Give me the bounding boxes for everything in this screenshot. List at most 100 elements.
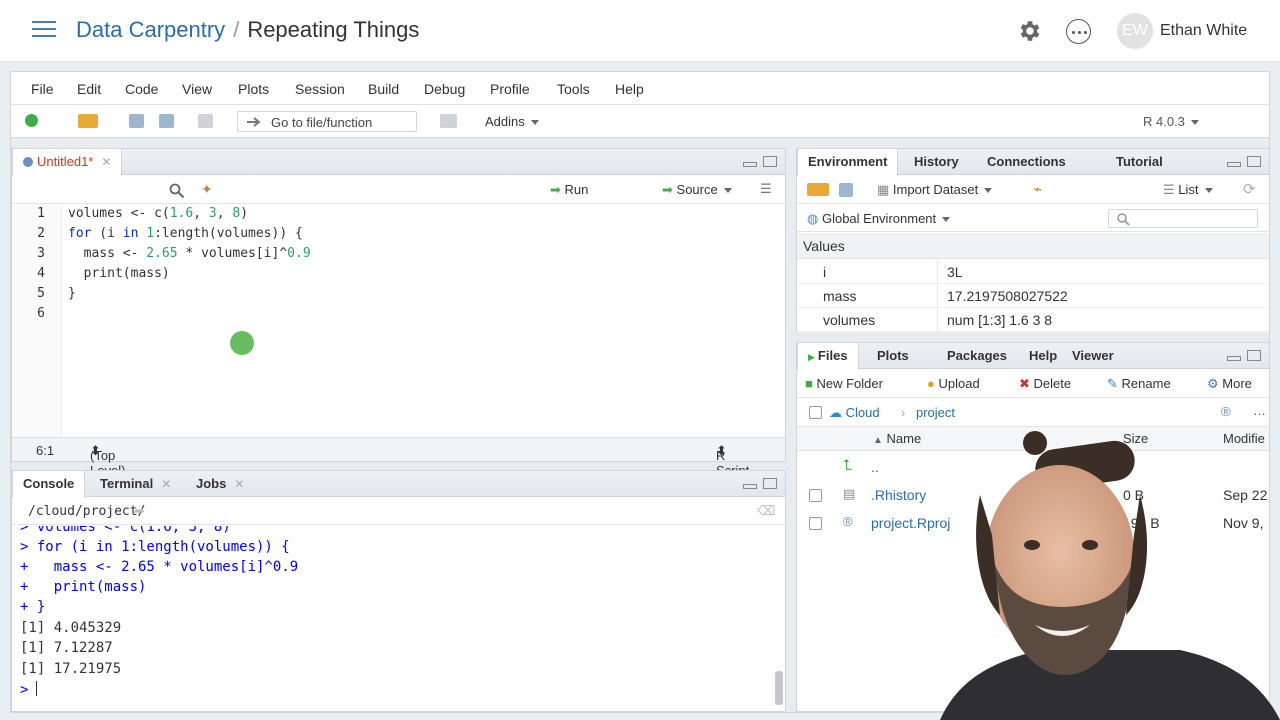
- code-editor[interactable]: 1 2 3 4 5 6 volumes <- c(1.6, 3, 8) for …: [12, 205, 785, 440]
- menu-view[interactable]: View: [182, 81, 212, 97]
- more-button[interactable]: ⚙ More: [1207, 376, 1252, 392]
- console-output[interactable]: > volumes <- c(1.6, 3, 8) > for (i in 1:…: [12, 526, 767, 711]
- menu-profile[interactable]: Profile: [490, 81, 530, 97]
- environment-minmax[interactable]: [1221, 156, 1261, 171]
- broom-icon[interactable]: ⌁: [1033, 180, 1042, 198]
- environment-search-input[interactable]: [1108, 209, 1258, 228]
- tab-connections[interactable]: Connections: [977, 149, 1076, 175]
- menu-plots[interactable]: Plots: [238, 81, 269, 97]
- tab-files[interactable]: ▶ Files: [797, 343, 859, 370]
- delete-button[interactable]: ✖ Delete: [1019, 376, 1071, 392]
- tab-viewer[interactable]: Viewer: [1062, 343, 1124, 369]
- upload-button[interactable]: ● Upload: [927, 376, 980, 391]
- print-icon[interactable]: [198, 114, 213, 128]
- file-checkbox[interactable]: [809, 517, 822, 530]
- console-minmax[interactable]: [737, 478, 777, 493]
- wand-icon[interactable]: ✦: [201, 181, 213, 198]
- tab-history[interactable]: History: [904, 149, 969, 175]
- new-folder-button[interactable]: ■ New Folder: [805, 376, 883, 391]
- console-path[interactable]: /cloud/project/: [28, 504, 145, 519]
- search-icon[interactable]: [169, 183, 185, 199]
- scope-menu[interactable]: (Top Level) ⬍: [90, 443, 125, 478]
- addins-menu[interactable]: Addins: [485, 114, 539, 129]
- source-button[interactable]: ➡ Source: [662, 182, 732, 198]
- save-workspace-icon[interactable]: [839, 183, 853, 197]
- menu-tools[interactable]: Tools: [557, 81, 590, 97]
- parent-dir-link[interactable]: ..: [871, 459, 879, 475]
- var-name: volumes: [823, 312, 876, 328]
- close-icon[interactable]: ✕: [161, 477, 171, 491]
- goto-dir-icon[interactable]: ➦: [134, 503, 145, 519]
- outline-icon[interactable]: ☰: [760, 181, 772, 197]
- file-name[interactable]: project.Rproj: [871, 515, 950, 531]
- rename-button[interactable]: ✎ Rename: [1107, 376, 1171, 392]
- load-workspace-icon[interactable]: [807, 183, 829, 196]
- help-tab-label: Help: [1029, 348, 1058, 363]
- name-column-header[interactable]: ▲ Name: [873, 431, 921, 446]
- r-version-menu[interactable]: R 4.0.3: [1143, 114, 1199, 129]
- env-row[interactable]: volumes num [1:3] 1.6 3 8: [797, 308, 1269, 332]
- file-checkbox[interactable]: [809, 489, 822, 502]
- menu-help[interactable]: Help: [615, 81, 644, 97]
- env-row[interactable]: i 3L: [797, 260, 1269, 284]
- grid-icon[interactable]: [440, 114, 457, 128]
- save-icon[interactable]: [129, 114, 144, 128]
- more-path-icon[interactable]: …: [1253, 403, 1266, 418]
- tab-packages[interactable]: Packages: [937, 343, 1017, 369]
- menu-file[interactable]: File: [31, 81, 54, 97]
- line-number: 4: [37, 266, 45, 281]
- menu-session[interactable]: Session: [295, 81, 345, 97]
- tab-environment[interactable]: Environment: [797, 149, 899, 176]
- breadcrumb-cloud[interactable]: ☁ Cloud: [829, 405, 880, 421]
- console-scrollbar[interactable]: [775, 671, 783, 705]
- close-icon[interactable]: ✕: [234, 477, 244, 491]
- tab-console[interactable]: Console: [12, 471, 86, 498]
- var-value: 17.2197508027522: [947, 288, 1068, 304]
- var-name: mass: [823, 288, 857, 304]
- tab-terminal[interactable]: Terminal ✕: [90, 471, 181, 497]
- rename-label: Rename: [1121, 376, 1171, 391]
- new-file-icon[interactable]: [25, 114, 38, 127]
- select-all-checkbox[interactable]: [809, 406, 822, 419]
- env-row[interactable]: mass 17.2197508027522: [797, 284, 1269, 308]
- menu-edit[interactable]: Edit: [77, 81, 101, 97]
- close-icon[interactable]: ✕: [101, 155, 111, 169]
- editor-minmax[interactable]: [737, 156, 777, 171]
- menu-build[interactable]: Build: [368, 81, 399, 97]
- save-all-icon[interactable]: [159, 114, 174, 128]
- tab-untitled1[interactable]: Untitled1* ✕: [12, 149, 123, 176]
- broom-icon[interactable]: ⌫: [757, 503, 775, 519]
- tab-help[interactable]: Help: [1019, 343, 1067, 369]
- editor-statusbar: 6:1 (Top Level) ⬍ R Script ⬍: [12, 437, 785, 478]
- r-file-icon: [23, 157, 33, 167]
- goto-file-function-input[interactable]: Go to file/function: [237, 111, 417, 132]
- list-view-menu[interactable]: ☰ List: [1163, 182, 1213, 198]
- main-toolbar: Go to file/function Addins R 4.0.3: [11, 105, 1269, 138]
- import-dataset-button[interactable]: ▦ Import Dataset: [877, 182, 993, 198]
- avatar[interactable]: EW: [1117, 13, 1153, 49]
- run-button[interactable]: ➡ Run: [550, 182, 588, 198]
- file-name[interactable]: .Rhistory: [871, 487, 926, 503]
- file-type-menu[interactable]: R Script ⬍: [716, 443, 749, 478]
- more-options-icon[interactable]: [1066, 19, 1091, 44]
- tab-jobs[interactable]: Jobs ✕: [186, 471, 254, 497]
- environment-pane: Environment History Connections Tutorial…: [796, 148, 1270, 332]
- prompt-symbol: >: [20, 682, 29, 698]
- open-file-icon[interactable]: [78, 114, 98, 128]
- global-environment-menu[interactable]: ◍ Global Environment: [807, 211, 951, 227]
- r-project-icon[interactable]: ®: [1221, 404, 1231, 419]
- tab-plots[interactable]: Plots: [867, 343, 919, 369]
- menu-code[interactable]: Code: [125, 81, 158, 97]
- breadcrumb-course[interactable]: Data Carpentry: [76, 17, 225, 42]
- console-prompt[interactable]: >: [20, 681, 38, 698]
- breadcrumb-project[interactable]: project: [916, 405, 955, 420]
- user-name[interactable]: Ethan White: [1160, 22, 1247, 40]
- refresh-icon[interactable]: ⟳: [1243, 180, 1256, 198]
- files-minmax[interactable]: [1221, 350, 1261, 365]
- menu-debug[interactable]: Debug: [424, 81, 465, 97]
- menu-icon[interactable]: [32, 21, 56, 39]
- console-line: > volumes <- c(1.6, 3, 8): [20, 526, 231, 535]
- gear-icon[interactable]: [1016, 18, 1042, 44]
- tab-tutorial[interactable]: Tutorial: [1106, 149, 1173, 175]
- line-number: 6: [37, 306, 45, 321]
